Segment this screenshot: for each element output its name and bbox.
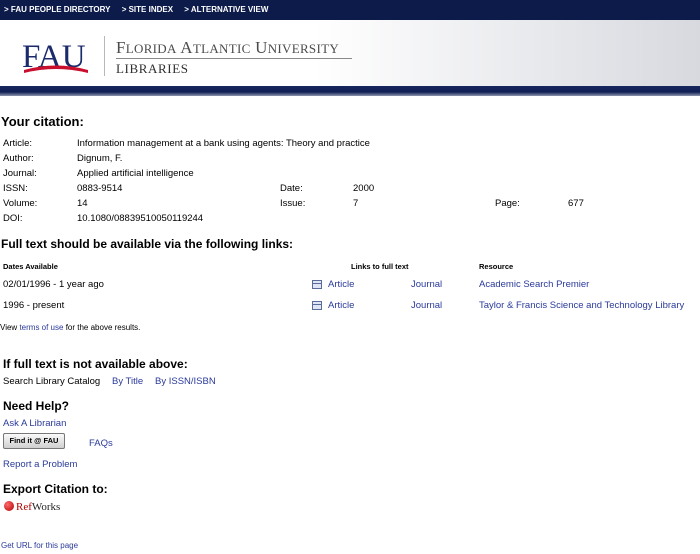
page-value: 677 — [568, 198, 584, 209]
terms-prefix: View — [0, 323, 18, 332]
page-label: Page: — [495, 198, 520, 209]
row-dates: 02/01/1996 - 1 year ago — [3, 279, 104, 290]
issue-label: Issue: — [280, 198, 306, 209]
article-link[interactable]: Article — [312, 300, 354, 311]
nav-people-directory[interactable]: > FAU PEOPLE DIRECTORY — [4, 5, 110, 14]
document-icon — [312, 300, 322, 310]
article-label: Article: — [3, 138, 33, 149]
author-value: Dignum, F. — [77, 153, 123, 164]
top-nav-bar: > FAU PEOPLE DIRECTORY > SITE INDEX > AL… — [0, 0, 700, 20]
header-stripe — [0, 86, 700, 96]
row-dates: 1996 - present — [3, 300, 65, 311]
refworks-logo-icon — [4, 501, 14, 511]
journal-value: Applied artificial intelligence — [77, 168, 194, 179]
issue-value: 7 — [353, 198, 359, 209]
article-value: Information management at a bank using a… — [77, 138, 370, 149]
date-label: Date: — [280, 183, 303, 194]
issn-label: ISSN: — [3, 183, 28, 194]
col-dates-available: Dates Available — [3, 262, 58, 271]
fulltext-heading: Full text should be available via the fo… — [1, 237, 294, 251]
by-title-link[interactable]: By Title — [112, 376, 143, 387]
col-resource: Resource — [479, 262, 514, 271]
faqs-link[interactable]: FAQs — [89, 438, 113, 449]
logo-divider — [104, 36, 105, 76]
col-links-to-full-text: Links to full text — [351, 262, 409, 271]
journal-link[interactable]: Journal — [411, 300, 442, 311]
doi-label: DOI: — [3, 213, 23, 224]
report-problem-link[interactable]: Report a Problem — [3, 459, 77, 470]
fau-logo-mark: FAU — [22, 39, 88, 75]
get-url-link[interactable]: Get URL for this page — [1, 541, 78, 550]
issn-value: 0883-9514 — [77, 183, 123, 194]
not-available-heading: If full text is not available above: — [3, 357, 188, 371]
author-label: Author: — [3, 153, 34, 164]
by-issn-isbn-link[interactable]: By ISSN/ISBN — [155, 376, 216, 387]
resource-link[interactable]: Taylor & Francis Science and Technology … — [479, 300, 684, 311]
article-link[interactable]: Article — [312, 279, 354, 290]
nav-site-index[interactable]: > SITE INDEX — [122, 5, 173, 14]
resource-link[interactable]: Academic Search Premier — [479, 279, 589, 290]
refworks-link[interactable]: RefWorks — [4, 501, 60, 513]
find-it-fau-button[interactable]: Find it @ FAU — [3, 433, 65, 449]
terms-of-use-link[interactable]: terms of use — [19, 323, 63, 332]
nav-alternative-view[interactable]: > ALTERNATIVE VIEW — [184, 5, 268, 14]
university-name-rule — [116, 58, 352, 59]
journal-label: Journal: — [3, 168, 37, 179]
doi-value: 10.1080/08839510050119244 — [77, 213, 204, 224]
library-name: LIBRARIES — [116, 61, 189, 76]
terms-suffix: for the above results. — [65, 323, 141, 332]
export-citation-heading: Export Citation to: — [3, 482, 108, 496]
need-help-heading: Need Help? — [3, 399, 70, 413]
date-value: 2000 — [353, 183, 375, 194]
volume-label: Volume: — [3, 198, 38, 209]
ask-a-librarian-link[interactable]: Ask A Librarian — [3, 418, 66, 429]
header-banner — [0, 20, 700, 86]
university-name: FLORIDA ATLANTIC UNIVERSITY — [116, 38, 340, 57]
volume-value: 14 — [77, 198, 88, 209]
terms-of-use-line: View terms of use for the above results. — [0, 323, 140, 332]
search-catalog-label: Search Library Catalog — [3, 376, 101, 387]
document-icon — [312, 279, 322, 289]
citation-heading: Your citation: — [1, 114, 84, 129]
journal-link[interactable]: Journal — [411, 279, 442, 290]
fau-logo[interactable]: FAU — [22, 37, 96, 77]
top-nav-links: > FAU PEOPLE DIRECTORY > SITE INDEX > AL… — [4, 5, 277, 14]
